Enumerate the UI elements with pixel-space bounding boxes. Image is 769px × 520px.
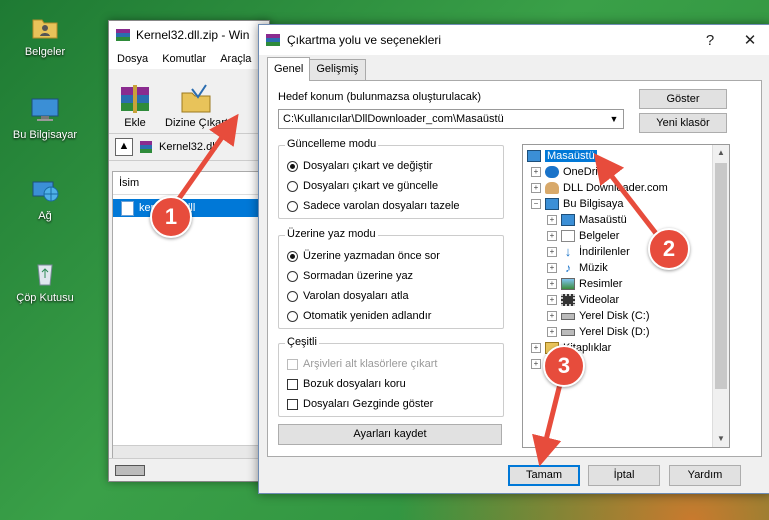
callout-badge-1: 1 [150, 196, 192, 238]
callout-badge-2: 2 [648, 228, 690, 270]
callout-badge-3: 3 [543, 345, 585, 387]
desktop: Belgeler Bu Bilgisayar Ağ Çöp Kutusu Ker… [0, 0, 769, 520]
arrow-2 [593, 153, 660, 238]
arrow-1 [175, 113, 239, 202]
tab-general[interactable]: Genel [267, 57, 311, 81]
arrow-3 [532, 383, 563, 467]
